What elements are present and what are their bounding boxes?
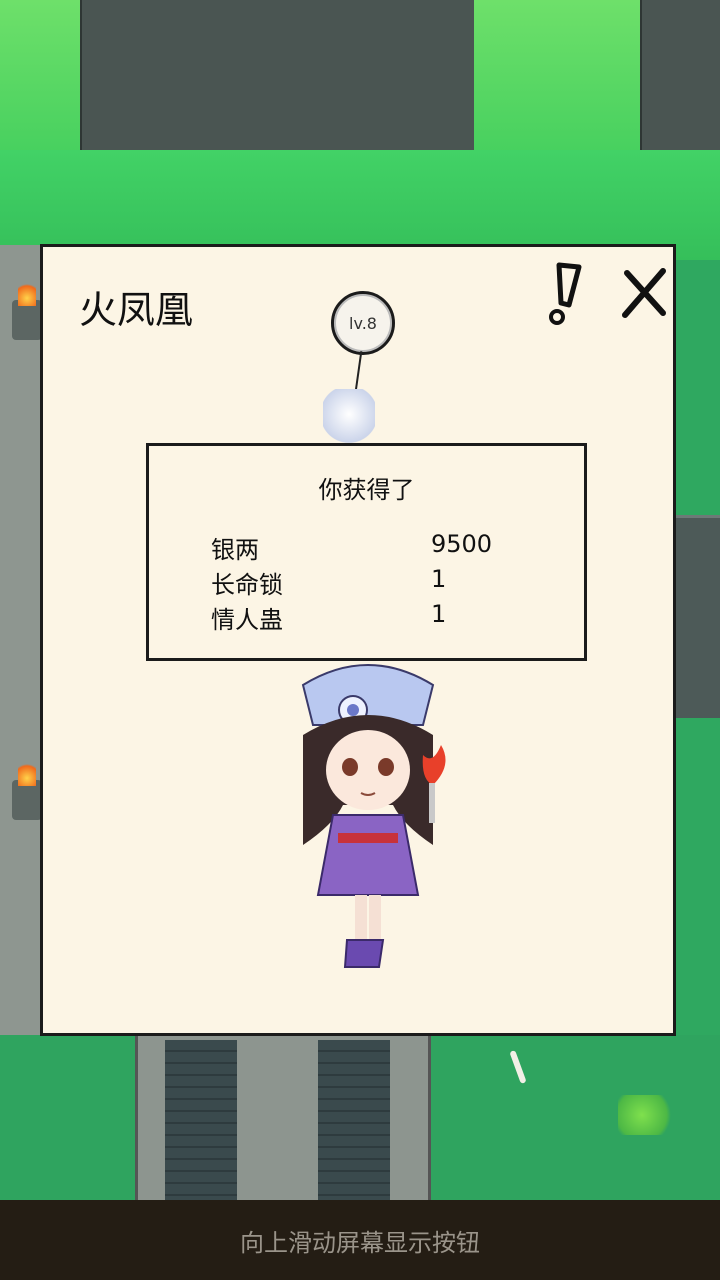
character-dialog: 火凤凰 lv.8 你获得了 银两 9500 长命锁 1 情人蛊 1	[40, 244, 676, 1036]
spirit-pet	[323, 389, 375, 445]
close-icon[interactable]	[621, 267, 669, 319]
reward-panel: 你获得了 银两 9500 长命锁 1 情人蛊 1	[146, 443, 587, 661]
fire-icon	[18, 760, 36, 786]
reward-row: 银两 9500	[211, 530, 531, 564]
green-slime[interactable]	[618, 1095, 678, 1135]
reward-row: 情人蛊 1	[211, 600, 531, 634]
wall-panel	[80, 0, 476, 160]
brazier	[12, 780, 42, 820]
exclamation-icon[interactable]	[539, 261, 587, 327]
reward-item-qty: 1	[431, 600, 447, 628]
reward-item-name: 情人蛊	[211, 606, 283, 634]
swipe-hint: 向上滑动屏幕显示按钮	[240, 1228, 480, 1257]
stone-floor-left	[0, 245, 42, 1035]
reward-item-qty: 9500	[431, 530, 493, 558]
dialog-title: 火凤凰	[79, 288, 194, 332]
level-badge: lv.8	[331, 291, 395, 355]
reward-item-name: 银两	[211, 536, 259, 564]
stone-gate-right	[676, 515, 720, 718]
brazier	[12, 300, 42, 340]
waterfall	[0, 0, 80, 165]
waterfall	[474, 0, 640, 165]
reward-heading: 你获得了	[318, 476, 415, 504]
gate-door	[318, 1040, 390, 1200]
fire-icon	[18, 280, 36, 306]
wall-panel	[640, 0, 720, 160]
reward-item-qty: 1	[431, 565, 447, 593]
reward-item-name: 长命锁	[211, 571, 283, 599]
bottom-bar: 向上滑动屏幕显示按钮	[0, 1200, 720, 1280]
reward-row: 长命锁 1	[211, 565, 531, 599]
character-portrait	[301, 664, 446, 968]
gate-door	[165, 1040, 237, 1200]
